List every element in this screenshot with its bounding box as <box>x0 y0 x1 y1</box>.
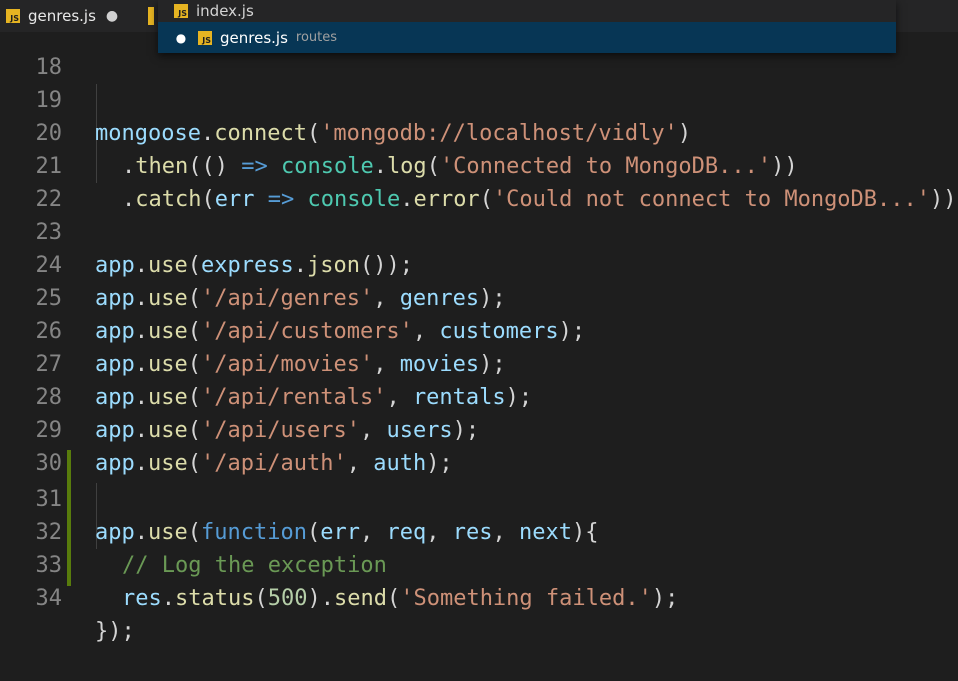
code-token: 'Something failed.' <box>400 586 652 611</box>
code-token: 500 <box>267 586 308 611</box>
editor-line: 24 app.use('/api/genres', genres); <box>0 216 958 311</box>
editor-line: 32 // Log the exception <box>0 483 958 578</box>
quick-open-item-description: routes <box>295 30 338 45</box>
quick-open-item-label: index.js <box>196 2 254 20</box>
tab-label: genres.js <box>28 7 96 25</box>
quick-open-item-label: genres.js <box>220 28 288 47</box>
code-token: ( <box>254 586 268 611</box>
code-token: }); <box>95 619 135 644</box>
js-file-icon: JS <box>198 30 212 45</box>
code-editor[interactable]: 18 19 mongoose.connect('mongodb://localh… <box>0 0 958 644</box>
editor-line: 34 }); <box>0 549 958 644</box>
editor-line: 22 <box>0 150 958 212</box>
editor-line: 19 mongoose.connect('mongodb://localhost… <box>0 51 958 146</box>
js-file-icon: JS <box>6 9 20 23</box>
code-token: ); <box>651 586 679 611</box>
js-file-icon: JS <box>174 4 188 18</box>
editor-line: 20 .then(() => console.log('Connected to… <box>0 84 958 179</box>
quick-open-list: JS index.js ● JS genres.js routes <box>158 0 896 53</box>
unsaved-dot-icon: ● <box>175 30 187 45</box>
unsaved-dot-icon[interactable]: ● <box>106 8 118 24</box>
editor-line: 27 app.use('/api/rentals', rentals); <box>0 315 958 410</box>
editor-line: 30 <box>0 414 958 476</box>
editor-line: 25 app.use('/api/customers', customers); <box>0 249 958 344</box>
line-number: 34 <box>35 586 63 611</box>
tab-genres-js[interactable]: JS genres.js ● <box>0 0 128 32</box>
code-token: . <box>161 586 175 611</box>
editor-line: 26 app.use('/api/movies', movies); <box>0 282 958 377</box>
code-token: res <box>122 586 162 611</box>
quick-open-item[interactable]: JS index.js <box>158 0 896 22</box>
editor-line: 23 app.use(express.json()); <box>0 183 958 278</box>
quick-open-item-selected[interactable]: ● JS genres.js routes <box>158 22 896 53</box>
line-code: }); <box>95 615 135 648</box>
editor-line: 21 .catch(err => console.error('Could no… <box>0 117 958 212</box>
editor-line: 29 app.use('/api/auth', auth); <box>0 381 958 476</box>
line-code: res.status(500).send('Something failed.'… <box>122 582 678 615</box>
code-token: send <box>333 586 387 611</box>
code-token: ). <box>307 586 334 611</box>
code-token: status <box>175 586 255 611</box>
js-file-icon[interactable] <box>148 7 155 25</box>
editor-line: 33 res.status(500).send('Something faile… <box>0 516 958 611</box>
editor-line: 28 app.use('/api/users', users); <box>0 348 958 443</box>
editor-line: 31 app.use(function(err, req, res, next)… <box>0 450 958 545</box>
code-token: ( <box>386 586 401 611</box>
